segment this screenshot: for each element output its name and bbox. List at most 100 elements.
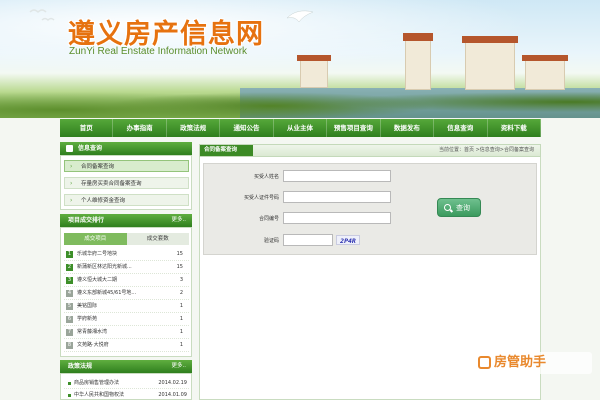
deal-count: 3 xyxy=(179,277,183,283)
ranking-more-link[interactable]: 更多.. xyxy=(172,214,187,227)
policy-date: 2014.01.09 xyxy=(158,392,187,398)
policy-title-text: 中华人民共和国物权法 xyxy=(74,392,125,398)
project-name: 新蒲新区林达阳光新城... xyxy=(77,264,132,270)
rank-number: 8 xyxy=(66,342,73,349)
page-title: 合同备案查询 xyxy=(200,145,254,156)
deal-count: 1 xyxy=(179,329,183,335)
nav-guide[interactable]: 办事指南 xyxy=(113,119,167,137)
birds-image xyxy=(29,9,55,22)
deal-count: 1 xyxy=(179,303,183,309)
policy-row[interactable]: 商品房销售管理办法 2014.02.19 xyxy=(64,378,189,389)
contract-no-input[interactable] xyxy=(283,212,391,224)
ranking-row[interactable]: 7 常青藤湘水湾 1 xyxy=(64,327,189,339)
villa-roof xyxy=(297,55,331,61)
villa-image xyxy=(405,40,431,90)
app-watermark: 房管助手 xyxy=(474,352,592,374)
rank-number: 5 xyxy=(66,303,73,310)
bullet-icon xyxy=(68,382,71,385)
nav-downloads[interactable]: 资料下载 xyxy=(488,119,541,137)
contract-no-label: 合同编号 xyxy=(258,216,279,222)
tab-deal-units[interactable]: 成交套数 xyxy=(126,233,189,245)
project-name: 遵义恒大城大二期 xyxy=(77,277,118,283)
ranking-header: 项目成交排行 更多.. xyxy=(60,214,192,227)
nav-home[interactable]: 首页 xyxy=(60,119,114,137)
rank-number: 6 xyxy=(66,316,73,323)
buyer-name-input[interactable] xyxy=(283,170,391,182)
ranking-row[interactable]: 1 乐城华府二号地块 15 xyxy=(64,249,189,261)
nav-info-query[interactable]: 信息查询 xyxy=(434,119,488,137)
breadcrumb: 当前位置：首页 >信息查询>合同备案查询 xyxy=(439,147,534,153)
captcha-image[interactable]: 2P4R xyxy=(336,235,360,245)
site-logo-subtitle: ZunYi Real Enstate Information Network xyxy=(69,46,248,57)
main-nav: 首页 办事指南 政策法规 通知公告 从业主体 预售项目查询 数据发布 信息查询 … xyxy=(60,119,541,137)
info-query-header: 信息查询 xyxy=(60,142,192,155)
villa-image xyxy=(465,42,515,90)
arrow-icon: › xyxy=(70,163,73,170)
deal-count: 2 xyxy=(179,290,183,296)
buyer-name-label: 买受人姓名 xyxy=(253,174,279,180)
menu-contract-query[interactable]: › 合同备案查询 xyxy=(64,160,189,172)
villa-image xyxy=(300,60,328,88)
rank-number: 1 xyxy=(66,251,73,258)
house-manager-icon xyxy=(478,356,491,369)
ranking-row[interactable]: 4 遵义东部新城45/61号地... 2 xyxy=(64,288,189,300)
nav-data-release[interactable]: 数据发布 xyxy=(381,119,435,137)
villa-roof xyxy=(403,33,433,41)
project-name: 乐城华府二号地块 xyxy=(77,251,118,257)
policy-more-link[interactable]: 更多.. xyxy=(172,360,187,373)
policy-title: 政策法规 xyxy=(68,363,93,370)
ranking-title: 项目成交排行 xyxy=(68,217,105,224)
project-name: 学府新苑 xyxy=(77,316,98,322)
ranking-row[interactable]: 5 美铭国际 1 xyxy=(64,301,189,313)
main-header: 合同备案查询 当前位置：首页 >信息查询>合同备案查询 xyxy=(199,144,541,157)
buyer-id-label: 买受人证件号码 xyxy=(243,195,279,201)
header-banner: 遵义房产信息网 ZunYi Real Enstate Information N… xyxy=(0,0,600,118)
project-name: 遵义东部新城45/61号地... xyxy=(77,290,137,296)
bullet-icon xyxy=(68,394,71,397)
buyer-id-input[interactable] xyxy=(283,191,391,203)
watermark-text: 房管助手 xyxy=(494,355,547,370)
nav-notice[interactable]: 通知公告 xyxy=(220,119,274,137)
project-name: 常青藤湘水湾 xyxy=(77,329,108,335)
query-button-label: 查询 xyxy=(456,204,470,212)
menu-existing-house-contract-query[interactable]: › 存量房买卖合同备案查询 xyxy=(64,177,189,189)
project-name: 文苑路·大悦府 xyxy=(77,342,109,348)
menu-label: 存量房买卖合同备案查询 xyxy=(81,181,142,187)
menu-maintenance-fund-query[interactable]: › 个人维修资金查询 xyxy=(64,194,189,206)
policy-date: 2014.02.19 xyxy=(158,380,187,386)
deal-count: 15 xyxy=(176,251,183,257)
egret-image xyxy=(286,10,314,23)
nav-presale-query[interactable]: 预售项目查询 xyxy=(327,119,381,137)
arrow-icon: › xyxy=(70,197,73,204)
rank-number: 4 xyxy=(66,290,73,297)
ranking-row[interactable]: 8 文苑路·大悦府 1 xyxy=(64,340,189,352)
project-name: 美铭国际 xyxy=(77,303,98,309)
captcha-input[interactable] xyxy=(283,234,333,246)
villa-roof xyxy=(522,55,568,61)
rank-number: 2 xyxy=(66,264,73,271)
nav-practitioners[interactable]: 从业主体 xyxy=(274,119,328,137)
search-icon xyxy=(444,204,451,211)
policy-row[interactable]: 中华人民共和国物权法 2014.01.09 xyxy=(64,390,189,400)
rank-number: 7 xyxy=(66,329,73,336)
tab-deal-projects[interactable]: 成交项目 xyxy=(64,233,127,245)
ranking-row[interactable]: 6 学府新苑 1 xyxy=(64,314,189,326)
villa-image xyxy=(525,60,565,90)
menu-label: 合同备案查询 xyxy=(81,164,115,170)
query-button[interactable]: 查询 xyxy=(437,198,481,217)
villa-roof xyxy=(462,36,518,43)
arrow-icon: › xyxy=(70,180,73,187)
doc-icon xyxy=(66,145,73,152)
ranking-row[interactable]: 3 遵义恒大城大二期 3 xyxy=(64,275,189,287)
captcha-label: 验证码 xyxy=(263,238,279,244)
deal-count: 15 xyxy=(176,264,183,270)
ranking-row[interactable]: 2 新蒲新区林达阳光新城... 15 xyxy=(64,262,189,274)
deal-count: 1 xyxy=(179,316,183,322)
ranking-tabs: 成交项目 成交套数 xyxy=(64,233,189,245)
nav-policy[interactable]: 政策法规 xyxy=(167,119,221,137)
menu-label: 个人维修资金查询 xyxy=(81,198,126,204)
deal-count: 1 xyxy=(179,342,183,348)
info-query-title: 信息查询 xyxy=(78,145,103,152)
policy-header: 政策法规 更多.. xyxy=(60,360,192,373)
policy-title-text: 商品房销售管理办法 xyxy=(74,380,120,386)
